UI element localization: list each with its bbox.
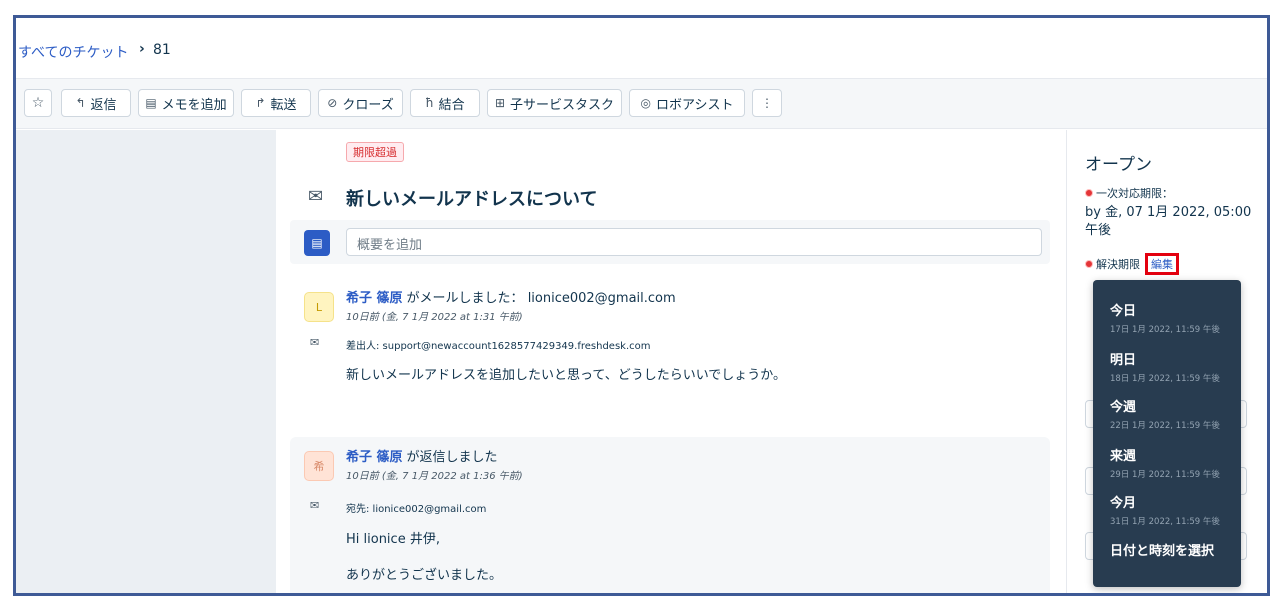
resolution-due: 解決期限 編集 <box>1085 253 1179 275</box>
summary-input[interactable]: 概要を追加 <box>346 228 1042 256</box>
summary-icon: ▤ <box>304 230 330 256</box>
resolution-due-label: 解決期限 <box>1096 258 1140 271</box>
due-option-date: 17日 1月 2022, 11:59 午後 <box>1110 325 1220 335</box>
first-response-due: 一次対応期限： <box>1085 185 1173 201</box>
due-option-date: 22日 1月 2022, 11:59 午後 <box>1110 421 1220 431</box>
avatar: L <box>304 292 334 322</box>
sender-email: lionice002@gmail.com <box>527 291 676 306</box>
more-actions-button[interactable]: ⋮ <box>752 89 782 117</box>
due-date-dropdown: 今日 17日 1月 2022, 11:59 午後 明日 18日 1月 2022,… <box>1093 280 1241 587</box>
reply-icon: ↰ <box>75 96 86 110</box>
more-vertical-icon: ⋮ <box>761 96 773 110</box>
add-box-icon: ⊞ <box>494 96 506 110</box>
due-option-date: 29日 1月 2022, 11:59 午後 <box>1110 470 1220 480</box>
author-name-link[interactable]: 希子 篠原 <box>346 450 403 465</box>
due-option-this-month[interactable]: 今月 31日 1月 2022, 11:59 午後 <box>1110 492 1235 527</box>
conversation-header: 希子 篠原 がメールしました： lionice002@gmail.com <box>346 287 676 306</box>
left-panel <box>16 130 276 593</box>
due-option-tomorrow[interactable]: 明日 18日 1月 2022, 11:59 午後 <box>1110 349 1235 384</box>
first-response-label: 一次対応期限： <box>1096 187 1173 200</box>
due-option-label: 今月 <box>1110 496 1137 511</box>
child-service-task-label: 子サービスタスク <box>510 97 615 113</box>
due-option-label: 来週 <box>1110 449 1137 464</box>
conversation-time: 10日前 (金, 7 1月 2022 at 1:36 午前) <box>346 471 523 482</box>
due-option-custom[interactable]: 日付と時刻を選択 <box>1110 540 1214 559</box>
email-icon: ✉ <box>308 186 324 207</box>
conversation-header: 希子 篠原 が返信しました <box>346 446 498 465</box>
merge-label: 結合 <box>438 97 465 113</box>
breadcrumb: すべてのチケット › 81 <box>16 18 1267 79</box>
overdue-dot-icon <box>1085 260 1093 268</box>
ticket-toolbar: ☆ ↰ 返信 ▤ メモを追加 ↱ 転送 ⊘ クローズ ħ 結合 ⊞ 子サービスタ… <box>16 79 1267 129</box>
due-option-next-week[interactable]: 来週 29日 1月 2022, 11:59 午後 <box>1110 445 1235 480</box>
forward-button[interactable]: ↱ 転送 <box>241 89 311 117</box>
star-button[interactable]: ☆ <box>24 89 52 117</box>
child-service-task-button[interactable]: ⊞ 子サービスタスク <box>487 89 622 117</box>
to-address: 宛先: lionice002@gmail.com <box>346 504 487 515</box>
ticket-main: 期限超過 ✉ 新しいメールアドレスについて ▤ 概要を追加 L 希子 篠原 がメー… <box>276 130 1066 593</box>
robo-assist-label: ロボアシスト <box>656 97 734 113</box>
breadcrumb-separator-icon: › <box>139 41 145 57</box>
add-note-label: メモを追加 <box>161 97 227 113</box>
message-body: 新しいメールアドレスを追加したいと思って、どうしたらいいでしょうか。 <box>346 368 787 383</box>
merge-button[interactable]: ħ 結合 <box>410 89 480 117</box>
due-option-date: 31日 1月 2022, 11:59 午後 <box>1110 517 1220 527</box>
due-option-this-week[interactable]: 今週 22日 1月 2022, 11:59 午後 <box>1110 396 1235 431</box>
forward-icon: ↱ <box>255 96 266 110</box>
avatar: 希 <box>304 451 334 481</box>
message-body-line: Hi lionice 井伊, <box>346 532 440 547</box>
due-option-date: 18日 1月 2022, 11:59 午後 <box>1110 374 1220 384</box>
due-option-label: 今日 <box>1110 304 1137 319</box>
check-circle-icon: ⊘ <box>327 96 338 110</box>
close-ticket-button[interactable]: ⊘ クローズ <box>318 89 403 117</box>
add-note-button[interactable]: ▤ メモを追加 <box>138 89 234 117</box>
conversation-item: 希 希子 篠原 が返信しました 10日前 (金, 7 1月 2022 at 1:3… <box>290 437 1050 593</box>
mail-icon: ✉ <box>310 336 320 349</box>
conversation-action: がメールしました： <box>406 291 524 306</box>
star-icon: ☆ <box>31 95 45 111</box>
from-address: 差出人: support@newaccount1628577429349.fre… <box>346 341 651 352</box>
conversation-action: が返信しました <box>406 450 498 465</box>
edit-resolution-due-link[interactable]: 編集 <box>1145 253 1179 275</box>
close-ticket-label: クローズ <box>342 97 394 113</box>
reply-button[interactable]: ↰ 返信 <box>61 89 131 117</box>
mail-icon: ✉ <box>310 499 320 512</box>
conversation-time: 10日前 (金, 7 1月 2022 at 1:31 午前) <box>346 312 523 323</box>
breadcrumb-ticket-id: 81 <box>153 42 171 58</box>
reply-label: 返信 <box>90 97 117 113</box>
app-frame: すべてのチケット › 81 ☆ ↰ 返信 ▤ メモを追加 ↱ 転送 ⊘ クローズ… <box>13 15 1270 596</box>
due-option-label: 明日 <box>1110 353 1137 368</box>
author-name-link[interactable]: 希子 篠原 <box>346 291 403 306</box>
overdue-dot-icon <box>1085 189 1093 197</box>
summary-row: ▤ 概要を追加 <box>290 220 1050 264</box>
ticket-status: オープン <box>1085 155 1152 175</box>
due-option-today[interactable]: 今日 17日 1月 2022, 11:59 午後 <box>1110 300 1235 335</box>
due-option-label: 今週 <box>1110 400 1137 415</box>
overdue-badge: 期限超過 <box>346 142 404 162</box>
breadcrumb-all-tickets-link[interactable]: すべてのチケット <box>18 42 128 62</box>
robot-icon: ◎ <box>640 96 651 110</box>
merge-icon: ħ <box>425 96 434 110</box>
first-response-value: by 金, 07 1月 2022, 05:00 午後 <box>1085 205 1252 238</box>
note-icon: ▤ <box>145 96 157 110</box>
conversation-item: L 希子 篠原 がメールしました： lionice002@gmail.com 10… <box>290 278 1050 418</box>
forward-label: 転送 <box>270 97 297 113</box>
robo-assist-button[interactable]: ◎ ロボアシスト <box>629 89 745 117</box>
message-body-line: ありがとうございました。 <box>346 568 503 583</box>
ticket-subject: 新しいメールアドレスについて <box>346 189 598 210</box>
